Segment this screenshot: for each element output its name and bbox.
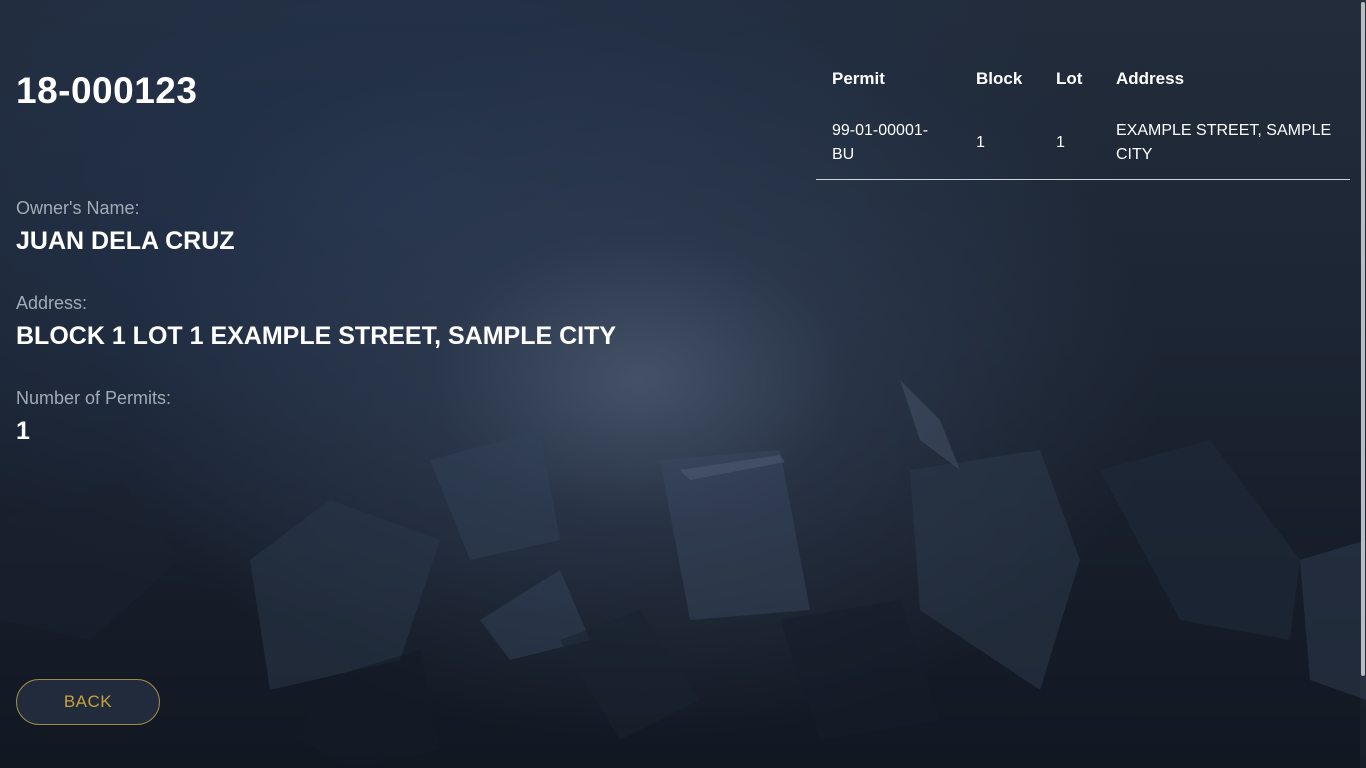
table-row[interactable]: 99-01-00001-BU 1 1 EXAMPLE STREET, SAMPL… [816,103,1350,180]
table-header-row: Permit Block Lot Address [816,55,1350,103]
scrollbar-thumb[interactable] [1361,2,1365,676]
column-header-block: Block [976,69,1023,88]
column-header-permit: Permit [832,69,885,88]
vertical-scrollbar[interactable] [1360,0,1366,768]
page-title: 18-000123 [16,70,198,111]
permit-count-label: Number of Permits: [16,388,172,408]
address-label: Address: [16,293,88,313]
cell-address: EXAMPLE STREET, SAMPLE CITY [1116,122,1332,163]
owner-name-value: JUAN DELA CRUZ [16,227,235,255]
cell-block: 1 [976,134,985,151]
column-header-lot: Lot [1056,69,1083,88]
permit-count-value: 1 [16,417,30,445]
cell-permit: 99-01-00001-BU [832,122,929,163]
permits-table: Permit Block Lot Address 99-01-00001-BU … [816,55,1350,180]
table-header: Permit Block Lot Address [816,55,1350,103]
cell-lot: 1 [1056,134,1065,151]
address-value: BLOCK 1 LOT 1 EXAMPLE STREET, SAMPLE CIT… [16,322,617,350]
back-button[interactable]: BACK [16,679,160,725]
owner-name-label: Owner's Name: [16,198,140,218]
column-header-address: Address [1116,69,1185,88]
